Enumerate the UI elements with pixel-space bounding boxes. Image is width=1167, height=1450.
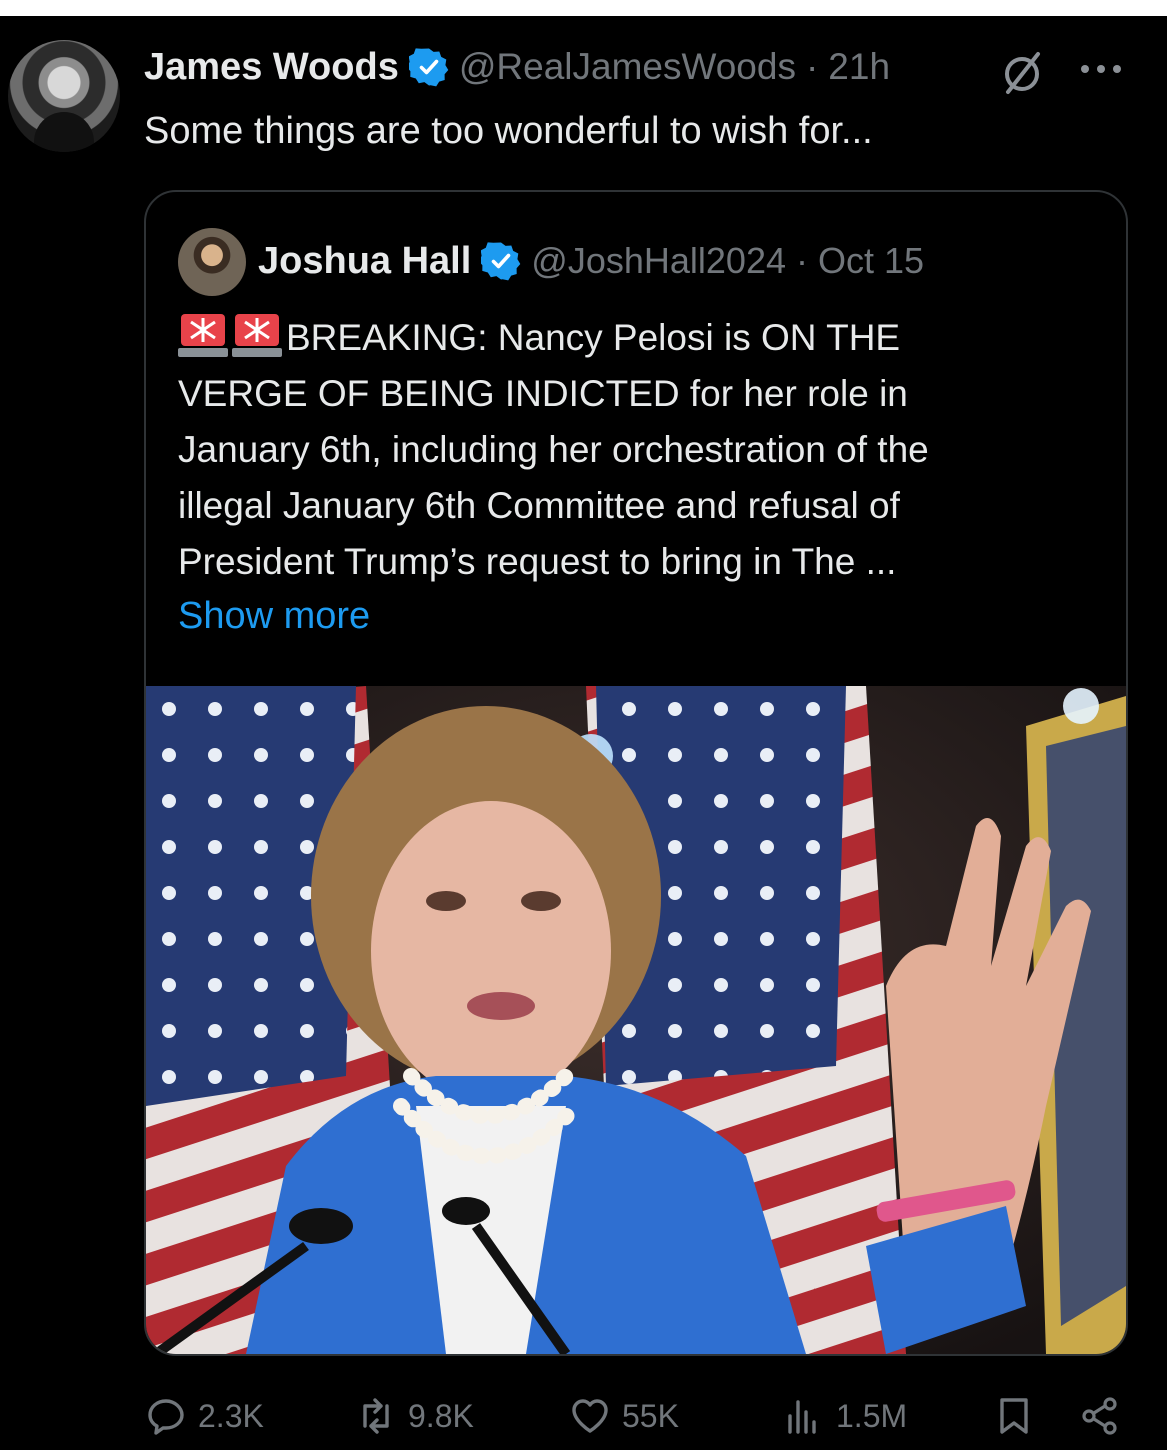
- quoted-text-line: January 6th, including her orchestration…: [178, 429, 929, 470]
- quoted-tweet-date[interactable]: Oct 15: [818, 240, 924, 282]
- bookmark-button[interactable]: [994, 1388, 1034, 1444]
- quoted-author-handle[interactable]: @JoshHall2024: [531, 240, 786, 282]
- quoted-text-line: VERGE OF BEING INDICTED for her role in: [178, 373, 908, 414]
- siren-icon: [232, 314, 282, 357]
- more-icon[interactable]: [1078, 54, 1124, 84]
- tweet-text: Some things are too wonderful to wish fo…: [144, 110, 873, 152]
- reply-icon: [148, 1399, 184, 1435]
- like-icon: [572, 1399, 608, 1433]
- repost-button[interactable]: 9.8K: [356, 1388, 474, 1444]
- views-icon: [788, 1400, 816, 1434]
- top-strip: [0, 0, 1167, 16]
- views-button[interactable]: 1.5M: [784, 1388, 907, 1444]
- separator-dot: ·: [796, 240, 808, 281]
- author-avatar[interactable]: [8, 40, 120, 152]
- verified-badge-icon: [408, 48, 449, 87]
- separator-dot: ·: [805, 46, 819, 87]
- quoted-tweet-text: BREAKING: Nancy Pelosi is ON THE VERGE O…: [178, 310, 1088, 590]
- share-button[interactable]: [1080, 1388, 1120, 1444]
- like-button[interactable]: 55K: [570, 1388, 679, 1444]
- quoted-author-name[interactable]: Joshua Hall: [258, 240, 471, 283]
- siren-icon: [178, 314, 228, 357]
- quoted-text-line: BREAKING: Nancy Pelosi is ON THE: [178, 310, 1088, 366]
- tweet-time[interactable]: 21h: [828, 46, 890, 88]
- quoted-text-line: illegal January 6th Committee and refusa…: [178, 485, 900, 526]
- tweet-header: James Woods @RealJamesWoods · 21h: [144, 42, 890, 92]
- action-bar: 2.3K 9.8K 55K 1.5M: [0, 1388, 1167, 1444]
- views-count: 1.5M: [836, 1397, 908, 1434]
- show-more-link[interactable]: Show more: [178, 592, 370, 640]
- grok-icon[interactable]: [1000, 50, 1046, 96]
- quoted-tweet-header: Joshua Hall @JoshHall2024 · Oct 15: [258, 234, 924, 288]
- quoted-author-avatar[interactable]: [178, 228, 246, 296]
- quoted-tweet-card[interactable]: Joshua Hall @JoshHall2024 · Oct 15 BREAK…: [144, 190, 1128, 1356]
- bookmark-icon: [1000, 1398, 1028, 1434]
- repost-count: 9.8K: [408, 1397, 474, 1434]
- verified-badge-icon: [481, 242, 521, 281]
- quoted-text-line: President Trump’s request to bring in Th…: [178, 541, 897, 582]
- reply-button[interactable]: 2.3K: [146, 1388, 264, 1444]
- author-handle[interactable]: @RealJamesWoods: [459, 46, 796, 88]
- quoted-tweet-photo[interactable]: [146, 686, 1126, 1354]
- reply-count: 2.3K: [198, 1397, 264, 1434]
- like-count: 55K: [622, 1397, 679, 1434]
- author-name[interactable]: James Woods: [144, 46, 399, 89]
- quoted-text-line-content: BREAKING: Nancy Pelosi is ON THE: [286, 317, 901, 358]
- repost-icon: [363, 1398, 389, 1434]
- share-icon: [1082, 1397, 1117, 1435]
